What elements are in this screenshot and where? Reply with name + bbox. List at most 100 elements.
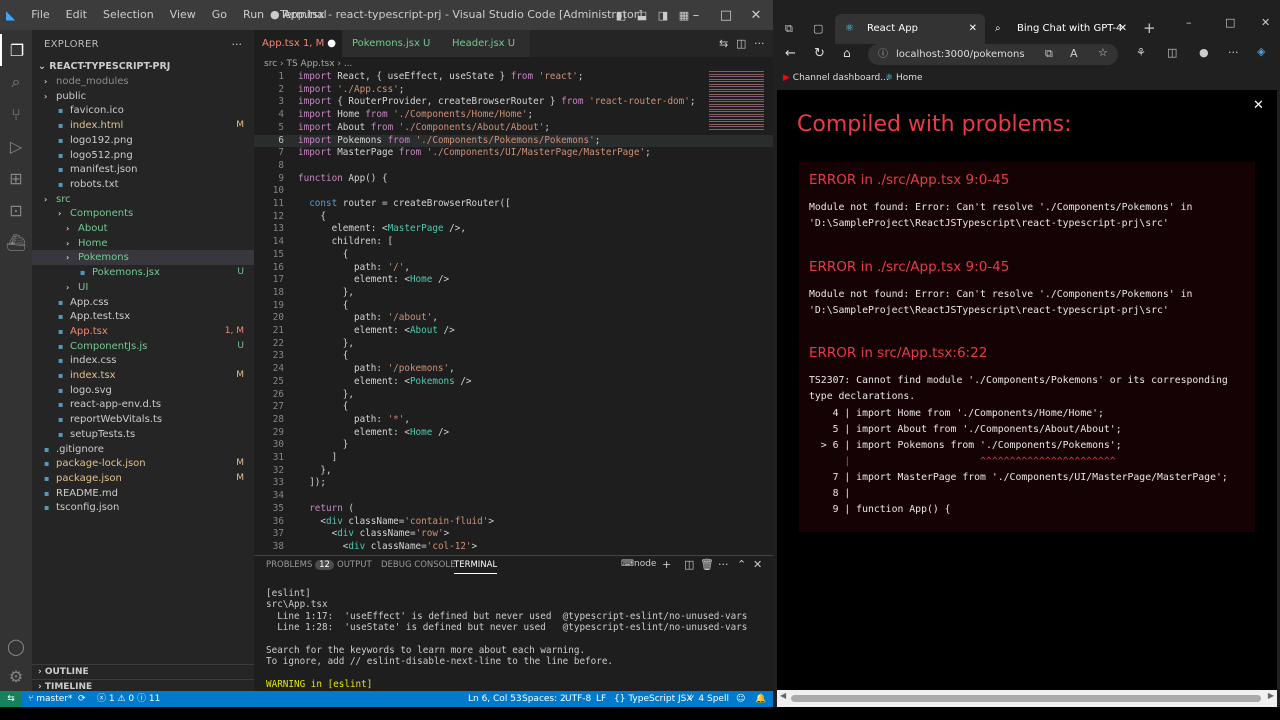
settings-more-icon[interactable]: ··· <box>1228 46 1239 59</box>
close-overlay-icon[interactable]: ✕ <box>1253 98 1264 113</box>
menu-run[interactable]: Run <box>235 0 272 30</box>
maximize-icon[interactable]: □ <box>710 0 742 30</box>
cursor-position[interactable]: Ln 6, Col 53 <box>468 691 522 707</box>
code-line[interactable]: 10 <box>254 185 773 198</box>
unsaved-dot-icon[interactable]: ● <box>327 30 336 57</box>
code-line[interactable]: 28 path: '*', <box>254 414 773 427</box>
code-line[interactable]: 8 <box>254 160 773 173</box>
code-line[interactable]: 19 { <box>254 300 773 313</box>
copilot-icon[interactable]: ◈ <box>1257 45 1265 58</box>
code-line[interactable]: 9 function App() { <box>254 173 773 186</box>
outline-section[interactable]: › OUTLINE <box>32 664 254 679</box>
branch-status[interactable]: ⑂ master* <box>28 691 73 707</box>
tree-item[interactable]: › node_modules <box>32 74 254 89</box>
tree-item[interactable]: › Home <box>32 236 254 251</box>
refresh-icon[interactable]: ↻ <box>814 46 825 61</box>
tree-item[interactable]: › src <box>32 192 254 207</box>
tree-item[interactable]: ▪ favicon.ico <box>32 103 254 118</box>
editor-area[interactable]: App.tsx 1, M ● Pokemons.jsx U Header.jsx… <box>254 30 773 555</box>
tree-item[interactable]: › About <box>32 221 254 236</box>
breadcrumb[interactable]: src › TS App.tsx › ... <box>254 57 773 71</box>
tree-item[interactable]: ▪ index.tsx M <box>32 368 254 383</box>
project-root[interactable]: ⌄ REACT-TYPESCRIPT-PRJ <box>32 59 170 74</box>
code-line[interactable]: 29 element: <Home /> <box>254 427 773 440</box>
remote-explorer-icon[interactable]: ⊡ <box>0 194 32 226</box>
spell-status[interactable]: ✓ 4 Spell <box>688 691 729 707</box>
sync-icon[interactable]: ⟳ <box>78 691 86 707</box>
minimize-icon[interactable]: – <box>1186 16 1192 29</box>
terminal-kind[interactable]: node <box>634 559 656 569</box>
horizontal-scrollbar[interactable]: ◀ ▶ <box>777 690 1277 707</box>
app-available-icon[interactable]: ⧉ <box>1045 47 1053 61</box>
language-mode[interactable]: {} TypeScript JSX <box>614 691 693 707</box>
profile-icon[interactable]: ● <box>1199 46 1209 59</box>
tree-item[interactable]: ▪ manifest.json <box>32 162 254 177</box>
code-line[interactable]: 33 ]); <box>254 477 773 490</box>
favorite-home[interactable]: ⚛ Home <box>885 66 923 90</box>
indentation[interactable]: Spaces: 2 <box>522 691 566 707</box>
code-line[interactable]: 38 <div className='col-12'> <box>254 541 773 554</box>
minimap[interactable] <box>709 71 764 131</box>
code-line[interactable]: 21 element: <About /> <box>254 325 773 338</box>
tree-item[interactable]: ▪ reportWebVitals.ts <box>32 412 254 427</box>
tree-item[interactable]: › Pokemons <box>32 250 254 266</box>
tree-item[interactable]: ▪ logo.svg <box>32 383 254 398</box>
code-line[interactable]: 2 import './App.css'; <box>254 84 773 97</box>
code-line[interactable]: 26 }, <box>254 389 773 402</box>
code-line[interactable]: 20 path: '/about', <box>254 312 773 325</box>
code-line[interactable]: 7 import MasterPage from './Components/UI… <box>254 147 773 160</box>
menu-edit[interactable]: Edit <box>58 0 95 30</box>
maximize-panel-icon[interactable]: ⌃ <box>737 558 746 571</box>
home-icon[interactable]: ⌂ <box>843 46 851 60</box>
code-line[interactable]: 22 }, <box>254 338 773 351</box>
tree-item[interactable]: ▪ robots.txt <box>32 177 254 192</box>
scroll-thumb[interactable] <box>791 695 1261 702</box>
more-actions-icon[interactable]: ··· <box>754 37 765 50</box>
search-icon[interactable]: ⌕ <box>0 66 32 98</box>
code-line[interactable]: 36 <div className='contain-fluid'> <box>254 516 773 529</box>
favorite-star-icon[interactable]: ☆ <box>1098 46 1108 59</box>
close-icon[interactable]: ✕ <box>1261 16 1270 29</box>
code-line[interactable]: 1 import React, { useEffect, useState } f… <box>254 71 773 84</box>
encoding[interactable]: UTF-8 <box>565 691 591 707</box>
remote-icon[interactable]: ⇆ <box>0 691 22 707</box>
maximize-icon[interactable]: □ <box>1225 16 1235 29</box>
code-line[interactable]: 27 { <box>254 401 773 414</box>
code-line[interactable]: 34 <box>254 490 773 503</box>
problems-status[interactable]: ⓧ 1 ⚠ 0 ⓘ 11 <box>97 691 160 707</box>
more-actions-icon[interactable]: ··· <box>718 558 729 571</box>
tree-item[interactable]: › UI <box>32 280 254 295</box>
feedback-icon[interactable]: ☺ <box>736 691 745 707</box>
code-line[interactable]: 35 return ( <box>254 503 773 516</box>
menu-view[interactable]: View <box>162 0 204 30</box>
code-line[interactable]: 23 { <box>254 350 773 363</box>
scroll-left-icon[interactable]: ◀ <box>780 691 786 700</box>
settings-gear-icon[interactable]: ⚙ <box>0 660 32 692</box>
menu-go[interactable]: Go <box>204 0 235 30</box>
code-line[interactable]: 17 element: <Home /> <box>254 274 773 287</box>
close-panel-icon[interactable]: ✕ <box>753 558 762 571</box>
tree-item[interactable]: ▪ setupTests.ts <box>32 427 254 442</box>
tab-header-jsx[interactable]: Header.jsx U <box>442 30 530 57</box>
code-line[interactable]: 30 } <box>254 439 773 452</box>
code-line[interactable]: 24 path: '/pokemons', <box>254 363 773 376</box>
code-line[interactable]: 13 element: <MasterPage />, <box>254 223 773 236</box>
minimize-icon[interactable]: – <box>680 0 712 30</box>
tree-item[interactable]: › public <box>32 89 254 104</box>
workspaces-icon[interactable]: ⧉ <box>785 22 793 36</box>
scroll-right-icon[interactable]: ▶ <box>1268 691 1274 700</box>
split-editor-icon[interactable]: ◫ <box>736 37 746 50</box>
read-aloud-icon[interactable]: A <box>1070 47 1078 60</box>
tree-item[interactable]: ▪ index.html M <box>32 118 254 133</box>
favorite-channel-dashboard[interactable]: ▶ Channel dashboard... <box>783 66 889 90</box>
account-icon[interactable]: ◯ <box>0 630 32 662</box>
tree-item[interactable]: ▪ App.css <box>32 295 254 310</box>
back-icon[interactable]: ← <box>785 46 796 61</box>
tab-actions-icon[interactable]: ▢ <box>813 22 823 35</box>
tree-item[interactable]: › Components <box>32 206 254 221</box>
run-debug-icon[interactable]: ▷ <box>0 130 32 162</box>
code-line[interactable]: 37 <div className='row'> <box>254 528 773 541</box>
tree-item[interactable]: ▪ package-lock.json M <box>32 456 254 471</box>
tree-item[interactable]: ▪ logo512.png <box>32 148 254 163</box>
split-screen-icon[interactable]: ◫ <box>1167 46 1177 59</box>
